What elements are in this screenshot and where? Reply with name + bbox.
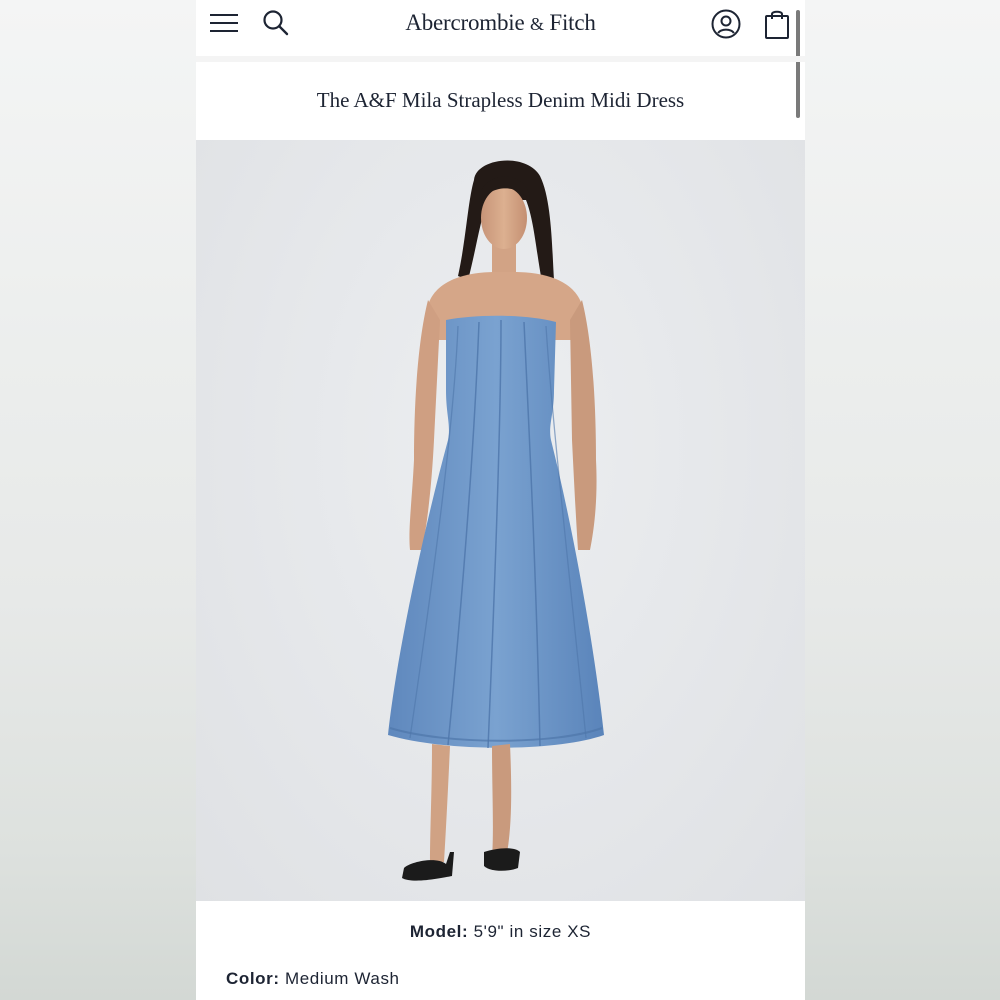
color-info: Color: Medium Wash: [226, 969, 400, 989]
background-left: [0, 0, 196, 1000]
color-value: Medium Wash: [284, 969, 400, 988]
background-right: [805, 0, 1000, 1000]
mobile-page: Abercrombie & Fitch The A&F Mila Straple…: [196, 0, 805, 1000]
site-header: Abercrombie & Fitch: [196, 0, 805, 118]
product-image[interactable]: [196, 140, 805, 901]
brand-ampersand: &: [530, 14, 544, 34]
brand-name-part: Abercrombie: [405, 10, 525, 35]
product-info: Model: 5'9" in size XS Color: Medium Was…: [196, 901, 805, 1000]
model-label: Model:: [409, 922, 469, 941]
account-icon[interactable]: [710, 8, 742, 40]
model-info: Model: 5'9" in size XS: [196, 922, 805, 942]
color-label: Color:: [226, 969, 280, 988]
brand-name-part: Fitch: [549, 10, 596, 35]
product-title: The A&F Mila Strapless Denim Midi Dress: [316, 88, 685, 112]
shopping-bag-icon[interactable]: [764, 8, 790, 40]
model-value: 5'9" in size XS: [473, 922, 592, 941]
header-divider: [196, 56, 805, 62]
